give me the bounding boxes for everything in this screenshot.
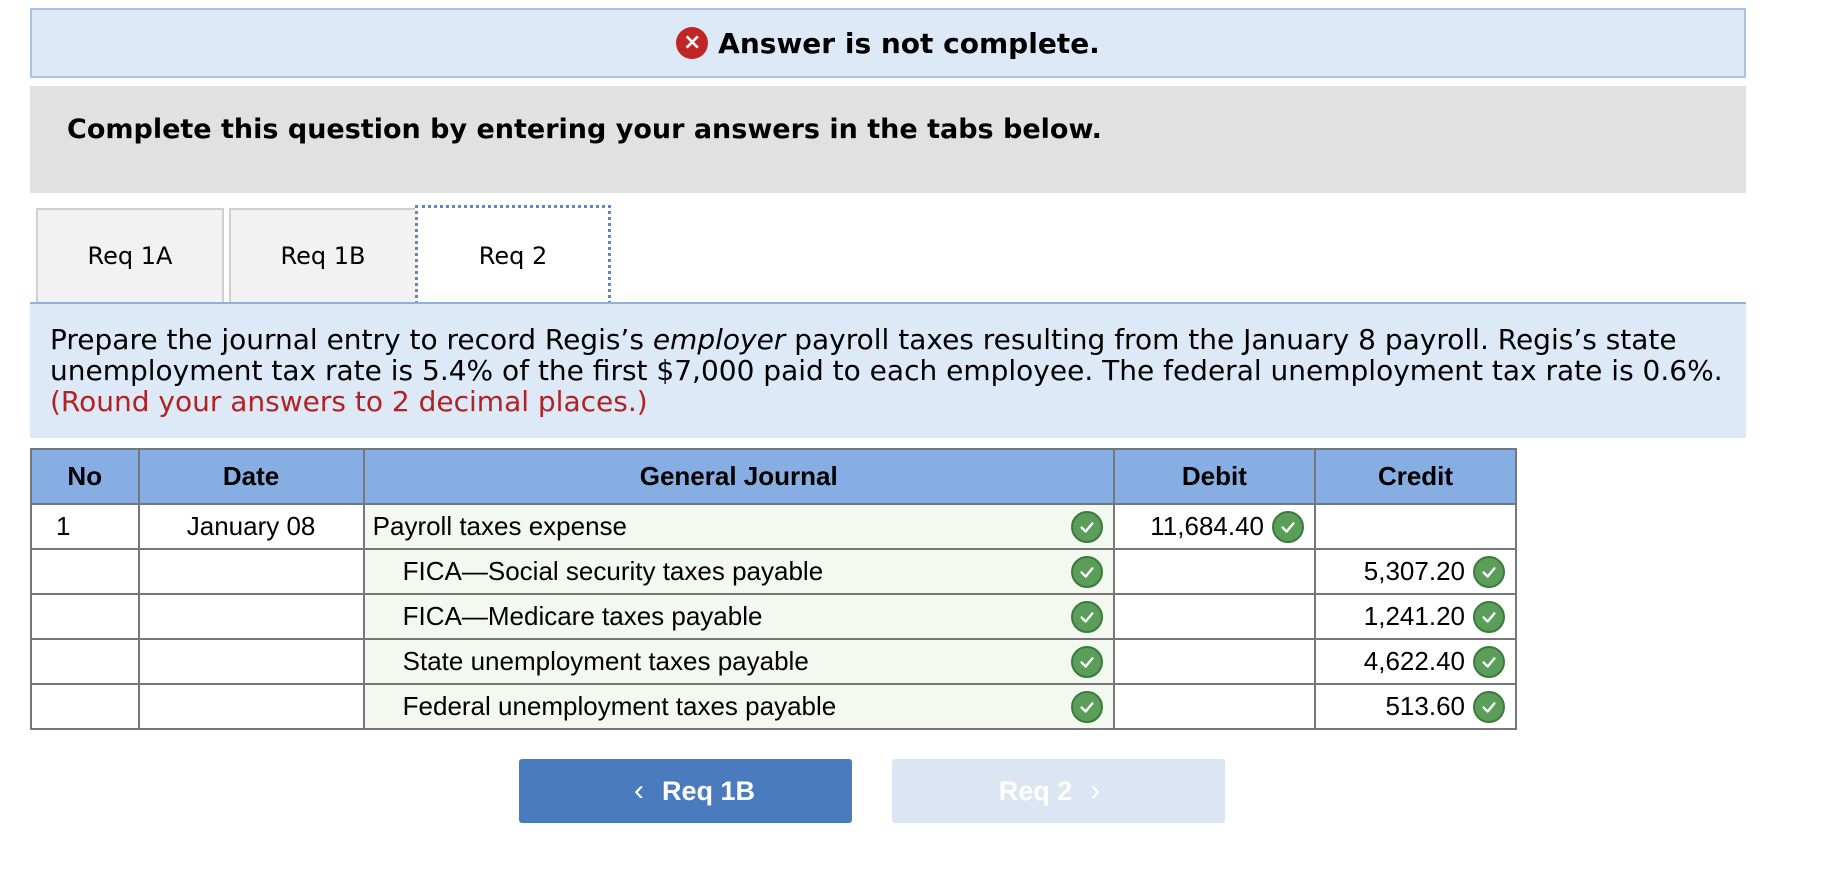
credit-value: 513.60 xyxy=(1385,691,1465,721)
account-select[interactable]: State unemployment taxes payable xyxy=(362,638,1115,685)
debit-input[interactable] xyxy=(1112,638,1317,685)
prompt-emphasis: employer xyxy=(652,323,786,356)
account-name: Federal unemployment taxes payable xyxy=(402,691,837,721)
check-icon xyxy=(1473,600,1505,633)
check-icon xyxy=(1070,645,1103,678)
next-req-label: Req 2 xyxy=(998,775,1073,806)
tab-req-2[interactable]: Req 2 xyxy=(415,205,611,304)
row-no xyxy=(30,683,140,730)
check-icon xyxy=(1070,510,1103,543)
credit-input[interactable]: 513.60 xyxy=(1314,683,1517,730)
answer-status-text: Answer is not complete. xyxy=(718,26,1100,60)
rounding-note: (Round your answers to 2 decimal places.… xyxy=(50,385,648,418)
table-row: 1 January 08 Payroll taxes expense 11,68… xyxy=(30,503,1517,550)
check-icon xyxy=(1473,645,1505,678)
tab-req-1a[interactable]: Req 1A xyxy=(36,208,224,302)
date-select[interactable] xyxy=(137,593,365,640)
instructions-text: Complete this question by entering your … xyxy=(67,114,1102,145)
x-circle-icon: × xyxy=(676,27,709,59)
tab-req-1b[interactable]: Req 1B xyxy=(229,208,417,302)
instructions-panel: Complete this question by entering your … xyxy=(30,86,1746,193)
credit-input[interactable]: 4,622.40 xyxy=(1314,638,1517,685)
account-name: State unemployment taxes payable xyxy=(402,646,809,676)
general-journal-table: No Date General Journal Debit Credit 1 J… xyxy=(30,448,1517,730)
debit-input[interactable] xyxy=(1112,548,1317,595)
table-row: FICA—Social security taxes payable 5,307… xyxy=(30,548,1517,595)
account-select[interactable]: Payroll taxes expense xyxy=(362,503,1115,550)
account-select[interactable]: FICA—Social security taxes payable xyxy=(362,548,1115,595)
date-select[interactable] xyxy=(137,638,365,685)
chevron-right-icon: › xyxy=(1090,774,1101,807)
question-prompt: Prepare the journal entry to record Regi… xyxy=(30,304,1746,438)
prev-req-label: Req 1B xyxy=(661,775,756,806)
check-icon xyxy=(1070,555,1103,588)
check-icon xyxy=(1070,600,1103,633)
answer-status-banner: × Answer is not complete. xyxy=(30,8,1746,78)
account-name: FICA—Social security taxes payable xyxy=(402,556,824,586)
account-select[interactable]: Federal unemployment taxes payable xyxy=(362,683,1115,730)
account-name: Payroll taxes expense xyxy=(372,511,628,541)
debit-input[interactable] xyxy=(1112,593,1317,640)
table-row: State unemployment taxes payable 4,622.4… xyxy=(30,638,1517,685)
credit-input[interactable]: 5,307.20 xyxy=(1314,548,1517,595)
credit-value: 1,241.20 xyxy=(1363,601,1465,631)
header-date: Date xyxy=(137,448,365,505)
table-row: Federal unemployment taxes payable 513.6… xyxy=(30,683,1517,730)
debit-input[interactable] xyxy=(1112,683,1317,730)
date-select[interactable]: January 08 xyxy=(137,503,365,550)
credit-input[interactable]: 1,241.20 xyxy=(1314,593,1517,640)
row-no xyxy=(30,638,140,685)
account-select[interactable]: FICA—Medicare taxes payable xyxy=(362,593,1115,640)
row-no xyxy=(30,548,140,595)
date-select[interactable] xyxy=(137,683,365,730)
debit-value: 11,684.40 xyxy=(1150,511,1265,541)
table-row: FICA—Medicare taxes payable 1,241.20 xyxy=(30,593,1517,640)
header-credit: Credit xyxy=(1314,448,1517,505)
table-header-row: No Date General Journal Debit Credit xyxy=(30,448,1517,505)
row-no xyxy=(30,593,140,640)
prev-req-button[interactable]: ‹ Req 1B xyxy=(519,759,852,823)
chevron-left-icon: ‹ xyxy=(633,774,644,807)
date-select[interactable] xyxy=(137,548,365,595)
check-icon xyxy=(1473,690,1505,723)
credit-value: 5,307.20 xyxy=(1363,556,1465,586)
row-no: 1 xyxy=(30,503,140,550)
credit-input[interactable] xyxy=(1314,503,1517,550)
prompt-text-1: Prepare the journal entry to record Regi… xyxy=(50,323,653,356)
debit-input[interactable]: 11,684.40 xyxy=(1112,503,1317,550)
check-icon xyxy=(1272,510,1305,543)
check-icon xyxy=(1473,555,1505,588)
credit-value: 4,622.40 xyxy=(1363,646,1465,676)
header-no: No xyxy=(30,448,140,505)
header-debit: Debit xyxy=(1112,448,1317,505)
check-icon xyxy=(1070,690,1103,723)
header-general-journal: General Journal xyxy=(362,448,1115,505)
next-req-button[interactable]: Req 2 › xyxy=(892,759,1225,823)
account-name: FICA—Medicare taxes payable xyxy=(402,601,763,631)
